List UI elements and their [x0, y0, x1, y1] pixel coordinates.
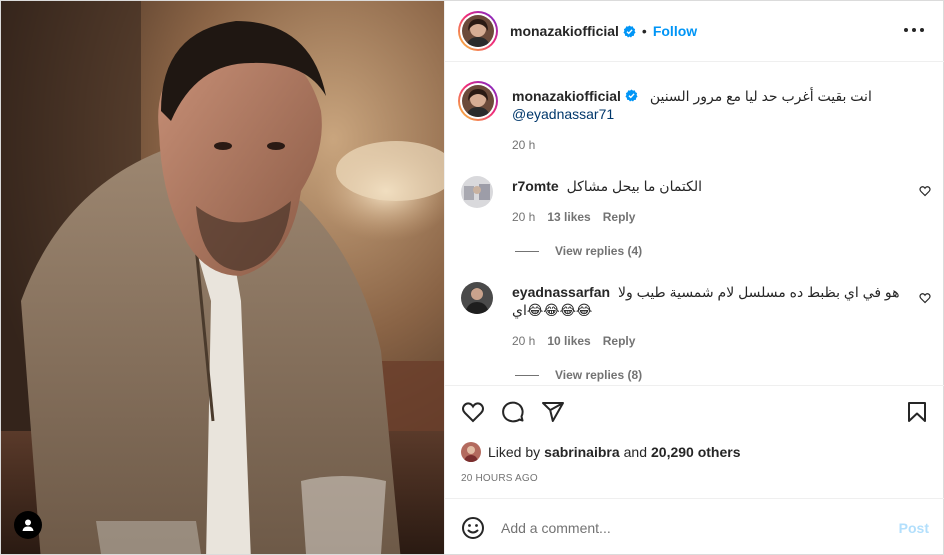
- author-avatar: [462, 15, 494, 47]
- header-separator: •: [641, 23, 647, 39]
- bookmark-icon[interactable]: [905, 400, 929, 424]
- comment-avatar[interactable]: [461, 282, 493, 314]
- author-avatar-ring[interactable]: [458, 11, 498, 51]
- comment-username[interactable]: r7omte: [512, 178, 559, 194]
- post-photo-scene: [1, 1, 444, 554]
- comment-icon[interactable]: [501, 400, 525, 424]
- comment-time[interactable]: 20 h: [512, 334, 535, 348]
- comment-time[interactable]: 20 h: [512, 210, 535, 224]
- caption-time[interactable]: 20 h: [512, 138, 535, 152]
- heart-icon[interactable]: [461, 400, 485, 424]
- post-side-panel: monazakiofficial • Follow monazakioffici…: [444, 1, 944, 554]
- comment-username[interactable]: eyadnassarfan: [512, 284, 610, 300]
- replies-divider: [515, 250, 539, 252]
- comment-text: الكتمان ما بيحل مشاكل: [566, 178, 703, 194]
- user-silhouette-icon: [22, 519, 34, 531]
- caption-text: انت بقيت أغرب حد ليا مع مرور السنين: [649, 88, 872, 104]
- post-timestamp[interactable]: 20 HOURS AGO: [461, 473, 538, 484]
- comments-list[interactable]: monazakiofficial انت بقيت أغرب حد ليا مع…: [445, 63, 944, 384]
- comment-2: eyadnassarfan هو في اي بظبط ده مسلسل لام…: [512, 283, 902, 319]
- view-replies-label: View replies (4): [555, 244, 643, 258]
- comment-likes[interactable]: 10 likes: [547, 334, 590, 348]
- caption-username[interactable]: monazakiofficial: [512, 88, 621, 104]
- liker-username[interactable]: sabrinaibra: [544, 444, 619, 460]
- reply-button[interactable]: Reply: [603, 210, 636, 224]
- post-comment-button[interactable]: Post: [899, 520, 929, 536]
- comment-avatar[interactable]: [461, 176, 493, 208]
- reply-button[interactable]: Reply: [603, 334, 636, 348]
- comment-1: r7omte الكتمان ما بيحل مشاكل: [512, 177, 702, 195]
- post-image[interactable]: [1, 1, 444, 554]
- author-username[interactable]: monazakiofficial: [510, 23, 619, 39]
- caption-avatar: [462, 85, 494, 117]
- share-icon[interactable]: [541, 400, 565, 424]
- replies-divider: [515, 374, 539, 376]
- emoji-icon[interactable]: [461, 516, 485, 540]
- add-comment-input[interactable]: [501, 517, 881, 539]
- caption-avatar-ring[interactable]: [458, 81, 498, 121]
- view-replies-button[interactable]: View replies (8): [515, 368, 642, 382]
- likes-others[interactable]: 20,290 others: [651, 444, 741, 460]
- tagged-user-icon[interactable]: [14, 511, 42, 539]
- view-replies-button[interactable]: View replies (4): [515, 244, 642, 258]
- comment-likes[interactable]: 13 likes: [547, 210, 590, 224]
- comment-meta: 20 h 13 likes Reply: [512, 210, 635, 224]
- post-actions: Liked by sabrinaibra and 20,290 others 2…: [445, 385, 944, 515]
- add-comment-bar: Post: [445, 498, 944, 554]
- comment-meta: 20 h 10 likes Reply: [512, 334, 635, 348]
- comment-like-heart-icon[interactable]: [919, 292, 931, 304]
- likes-summary: Liked by sabrinaibra and 20,290 others: [461, 442, 741, 462]
- caption: monazakiofficial انت بقيت أغرب حد ليا مع…: [458, 81, 872, 123]
- caption-mention[interactable]: @eyadnassar71: [512, 106, 614, 122]
- caption-verified-icon: [625, 89, 638, 102]
- more-options-icon[interactable]: [904, 23, 924, 37]
- post-dialog: monazakiofficial • Follow monazakioffici…: [0, 0, 944, 555]
- follow-button[interactable]: Follow: [653, 23, 697, 39]
- view-replies-label: View replies (8): [555, 368, 643, 382]
- likes-and: and: [623, 444, 647, 460]
- verified-badge-icon: [623, 24, 636, 38]
- comment-like-heart-icon[interactable]: [919, 185, 931, 197]
- likes-prefix: Liked by: [488, 444, 541, 460]
- post-header: monazakiofficial • Follow: [445, 1, 944, 62]
- liker-avatar[interactable]: [461, 442, 481, 462]
